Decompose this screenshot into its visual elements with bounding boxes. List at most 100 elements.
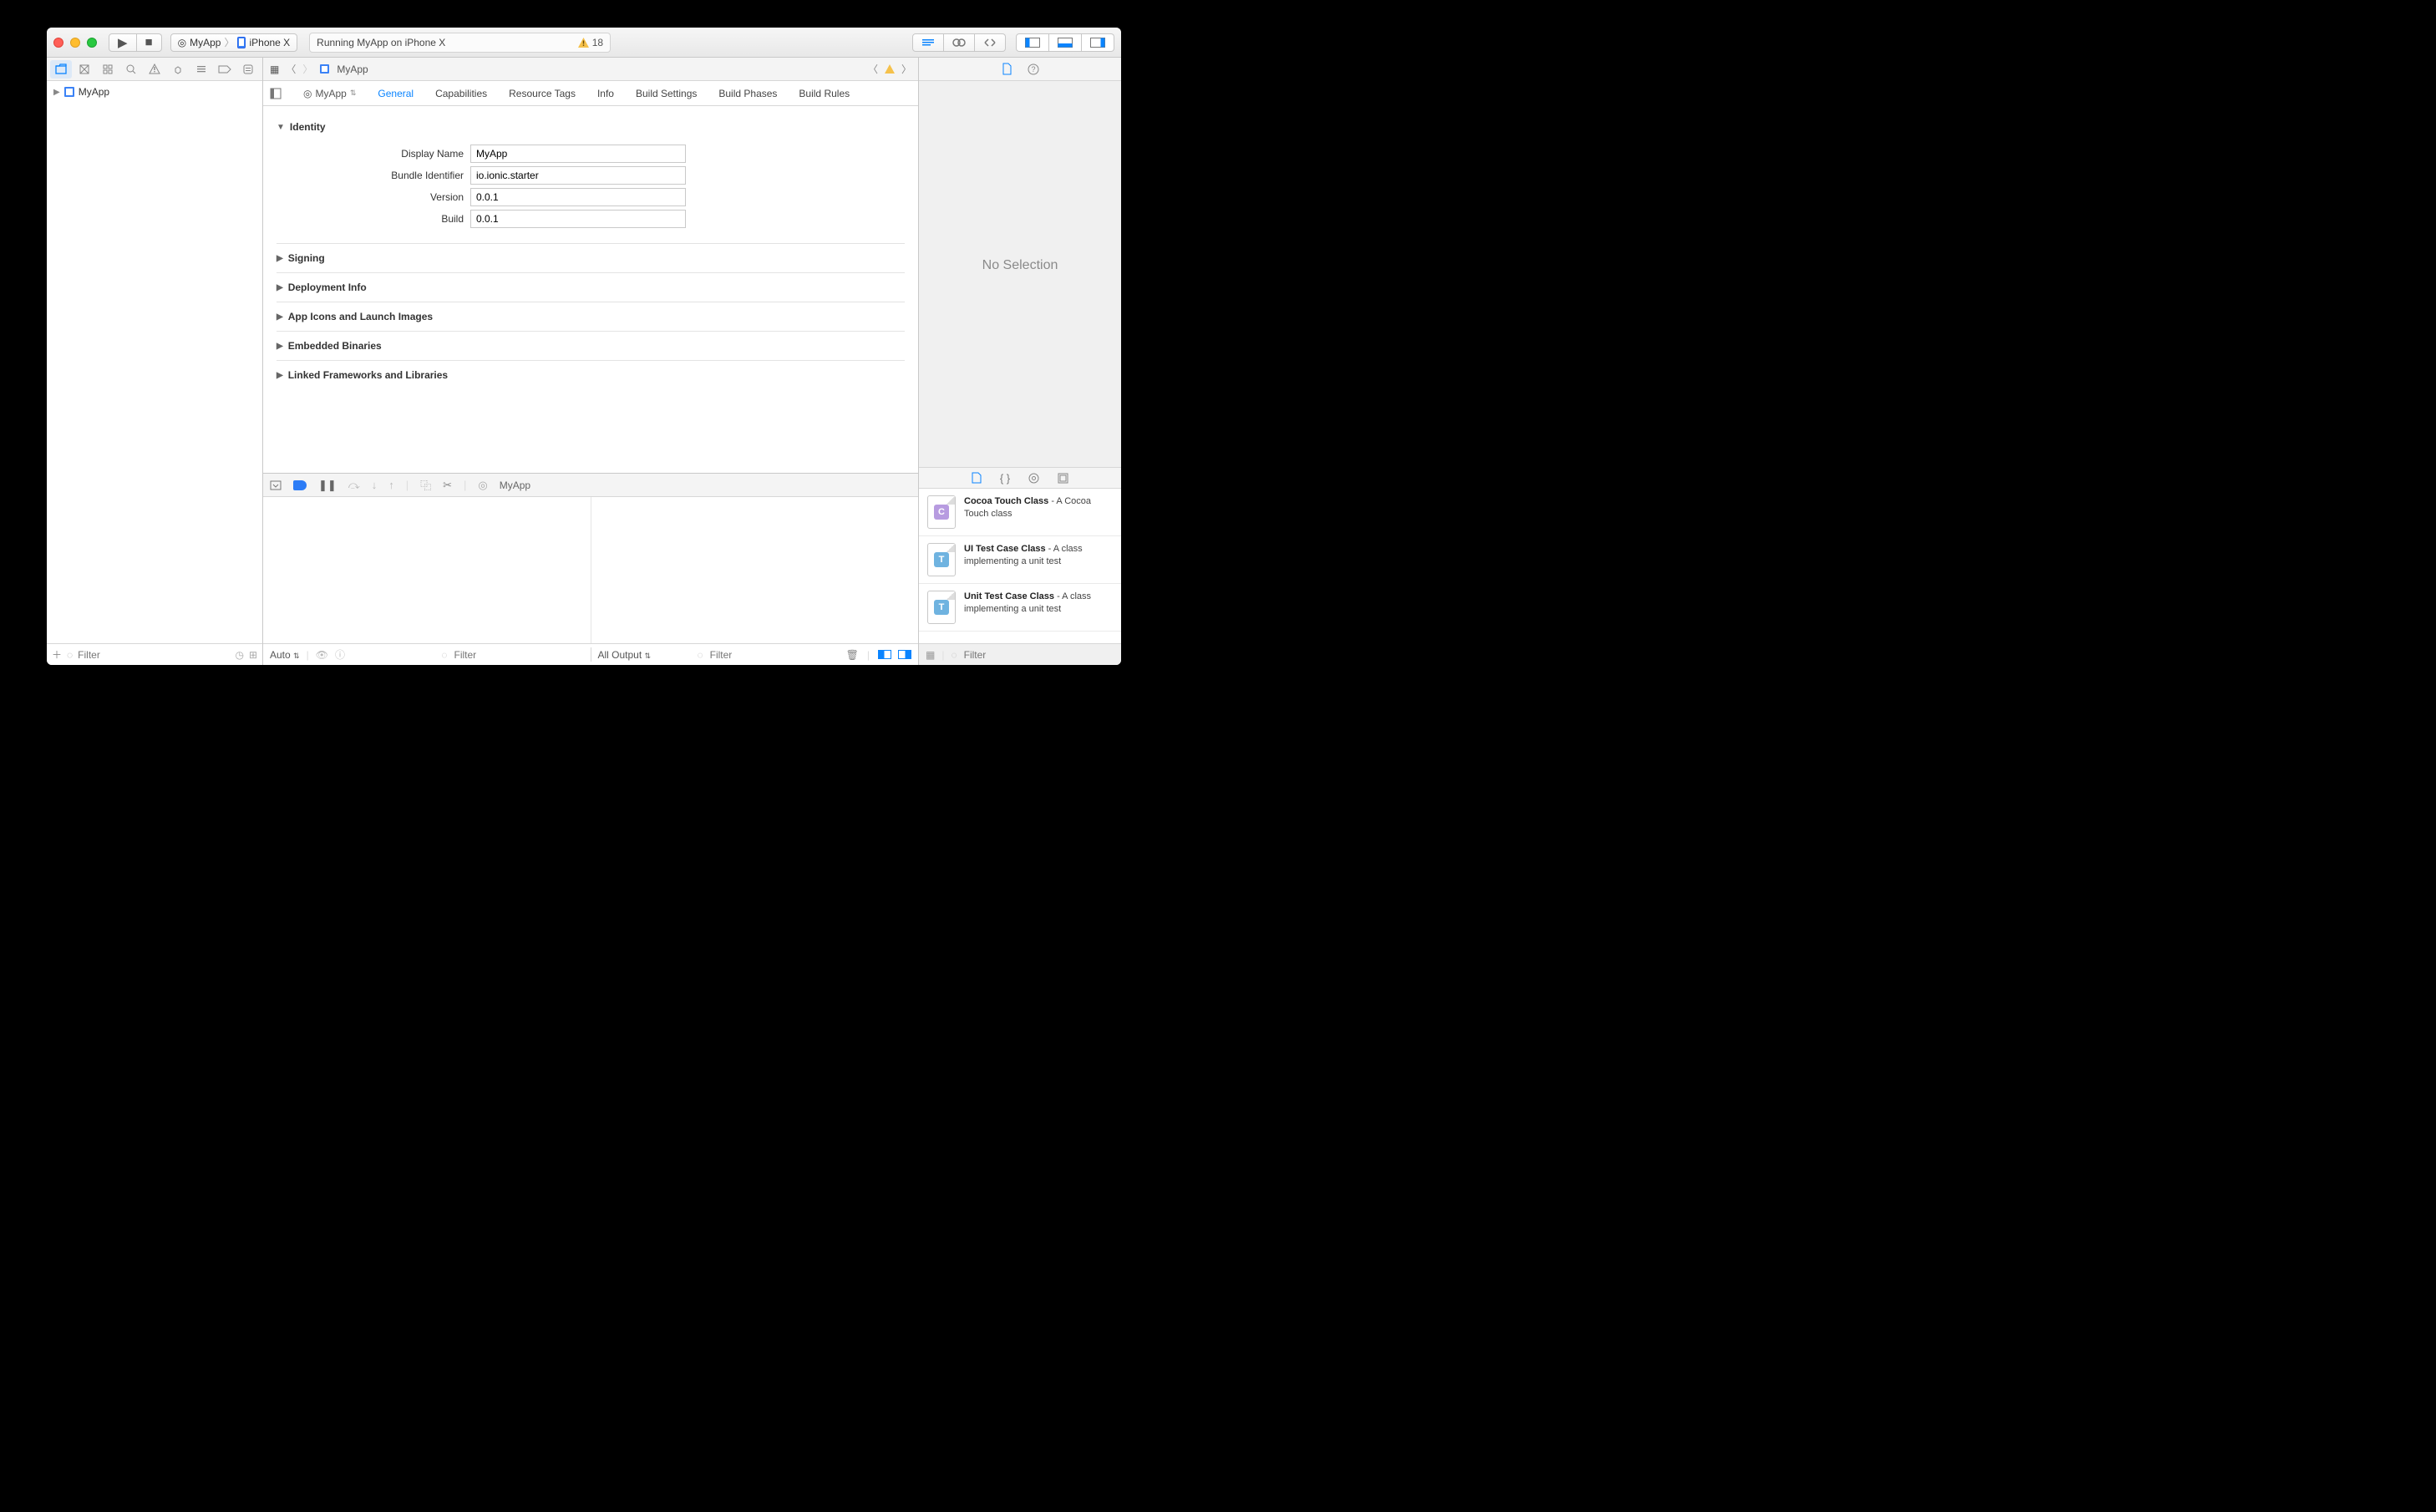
disclosure-icon[interactable]: ▶ bbox=[53, 88, 60, 97]
quick-help-tab[interactable]: ? bbox=[1028, 63, 1039, 75]
display-name-input[interactable] bbox=[470, 145, 686, 163]
breakpoints-toggle[interactable] bbox=[293, 480, 307, 490]
build-input[interactable] bbox=[470, 210, 686, 228]
recent-filter-icon[interactable]: ◷ bbox=[235, 649, 243, 661]
project-root-row[interactable]: ▶ MyApp bbox=[53, 86, 256, 98]
bundle-id-input[interactable] bbox=[470, 166, 686, 185]
library-filter-input[interactable] bbox=[964, 649, 1114, 661]
template-icon: T bbox=[927, 591, 956, 624]
forward-button[interactable]: 〉 bbox=[302, 62, 312, 76]
library-item-text: Unit Test Case Class - A class implement… bbox=[964, 591, 1113, 624]
project-tree[interactable]: ▶ MyApp bbox=[47, 81, 262, 643]
add-icon[interactable]: ＋ bbox=[52, 647, 62, 662]
tab-build-phases[interactable]: Build Phases bbox=[718, 88, 777, 99]
scm-filter-icon[interactable]: ⊞ bbox=[249, 649, 257, 661]
show-vars-toggle[interactable] bbox=[878, 650, 891, 659]
output-scope-selector[interactable]: All Output ⇅ bbox=[598, 649, 652, 661]
tab-general[interactable]: General bbox=[378, 88, 414, 99]
grid-view-icon[interactable]: ▦ bbox=[926, 649, 935, 661]
step-into-icon[interactable]: ↓ bbox=[372, 479, 378, 491]
console-view[interactable] bbox=[591, 497, 919, 643]
variables-view[interactable] bbox=[263, 497, 591, 643]
tab-capabilities[interactable]: Capabilities bbox=[435, 88, 487, 99]
activity-viewer[interactable]: Running MyApp on iPhone X 18 bbox=[309, 33, 611, 53]
toggle-targets-icon[interactable] bbox=[270, 88, 282, 99]
tab-info[interactable]: Info bbox=[597, 88, 614, 99]
pause-icon[interactable]: ❚❚ bbox=[318, 479, 337, 492]
assistant-editor-button[interactable] bbox=[944, 33, 975, 52]
trash-icon[interactable]: 🗑 bbox=[846, 649, 859, 661]
find-navigator-tab[interactable] bbox=[120, 60, 142, 79]
step-out-icon[interactable]: ↑ bbox=[388, 479, 394, 491]
file-template-tab[interactable] bbox=[972, 472, 982, 484]
test-navigator-tab[interactable] bbox=[167, 60, 189, 79]
icons-header[interactable]: ▶App Icons and Launch Images bbox=[277, 311, 905, 322]
auto-scope-selector[interactable]: Auto ⇅ bbox=[270, 649, 300, 661]
related-items-icon[interactable]: ▦ bbox=[270, 63, 279, 75]
linked-header[interactable]: ▶Linked Frameworks and Libraries bbox=[277, 369, 905, 381]
tab-build-settings[interactable]: Build Settings bbox=[636, 88, 697, 99]
debug-view-icon[interactable]: ⿻ bbox=[420, 477, 431, 493]
console-footer: All Output ⇅ ◌ 🗑 | bbox=[591, 649, 919, 661]
stop-button[interactable]: ■ bbox=[137, 33, 162, 52]
console-filter-input[interactable] bbox=[710, 649, 840, 661]
utilities-pane: ? No Selection { } CCocoa Touch Class - … bbox=[918, 58, 1121, 665]
activity-text: Running MyApp on iPhone X bbox=[317, 37, 445, 48]
object-library-tab[interactable] bbox=[1028, 473, 1039, 484]
standard-editor-button[interactable] bbox=[912, 33, 944, 52]
tab-build-rules[interactable]: Build Rules bbox=[799, 88, 850, 99]
debug-navigator-tab[interactable] bbox=[190, 60, 212, 79]
library-list[interactable]: CCocoa Touch Class - A Cocoa Touch class… bbox=[919, 489, 1121, 643]
close-window-button[interactable] bbox=[53, 38, 63, 48]
run-button[interactable]: ▶ bbox=[109, 33, 137, 52]
identity-title: Identity bbox=[290, 121, 326, 133]
debug-process-label[interactable]: MyApp bbox=[500, 479, 530, 491]
breakpoint-navigator-tab[interactable] bbox=[214, 60, 236, 79]
section-linked: ▶Linked Frameworks and Libraries bbox=[277, 361, 905, 389]
code-snippet-tab[interactable]: { } bbox=[1000, 472, 1010, 485]
library-item-text: UI Test Case Class - A class implementin… bbox=[964, 543, 1113, 576]
navigator-filter-input[interactable] bbox=[78, 649, 230, 661]
variables-filter-input[interactable] bbox=[454, 649, 584, 661]
deployment-header[interactable]: ▶Deployment Info bbox=[277, 282, 905, 293]
version-editor-button[interactable] bbox=[975, 33, 1006, 52]
zoom-window-button[interactable] bbox=[87, 38, 97, 48]
version-input[interactable] bbox=[470, 188, 686, 206]
disclosure-icon: ▶ bbox=[277, 254, 283, 263]
toggle-inspector-button[interactable] bbox=[1082, 33, 1114, 52]
step-over-icon[interactable]: ⤼ bbox=[348, 479, 360, 492]
next-issue-button[interactable]: 〉 bbox=[901, 62, 911, 76]
hide-debug-icon[interactable] bbox=[270, 480, 282, 490]
info-icon[interactable]: ⓘ bbox=[335, 647, 345, 662]
report-navigator-tab[interactable] bbox=[237, 60, 259, 79]
library-item[interactable]: TUnit Test Case Class - A class implemen… bbox=[919, 584, 1121, 632]
file-inspector-tab[interactable] bbox=[1002, 63, 1012, 75]
source-control-navigator-tab[interactable] bbox=[74, 60, 95, 79]
editor-area: ▦ 〈 〉 MyApp 〈 〉 ◎ MyApp ⇅ General Capabi… bbox=[263, 58, 918, 665]
scheme-selector[interactable]: ◎ MyApp 〉 iPhone X bbox=[170, 33, 298, 52]
tab-resource-tags[interactable]: Resource Tags bbox=[509, 88, 576, 99]
identity-header[interactable]: ▼ Identity bbox=[277, 121, 905, 133]
toggle-debug-button[interactable] bbox=[1049, 33, 1082, 52]
prev-issue-button[interactable]: 〈 bbox=[868, 62, 878, 76]
embedded-header[interactable]: ▶Embedded Binaries bbox=[277, 340, 905, 352]
section-identity: ▼ Identity Display Name Bundle Identifie… bbox=[277, 113, 905, 244]
minimize-window-button[interactable] bbox=[70, 38, 80, 48]
library-item[interactable]: TUI Test Case Class - A class implementi… bbox=[919, 536, 1121, 584]
show-console-toggle[interactable] bbox=[898, 650, 911, 659]
signing-header[interactable]: ▶Signing bbox=[277, 252, 905, 264]
warning-indicator[interactable]: 18 bbox=[578, 37, 603, 48]
eye-icon[interactable]: 👁 bbox=[316, 649, 328, 661]
toggle-navigator-button[interactable] bbox=[1016, 33, 1049, 52]
inspector-tabs: ? bbox=[919, 58, 1121, 81]
back-button[interactable]: 〈 bbox=[286, 62, 296, 76]
memory-graph-icon[interactable]: ✂ bbox=[443, 479, 452, 492]
symbol-navigator-tab[interactable] bbox=[97, 60, 119, 79]
library-item[interactable]: CCocoa Touch Class - A Cocoa Touch class bbox=[919, 489, 1121, 536]
media-library-tab[interactable] bbox=[1058, 473, 1068, 484]
issue-navigator-tab[interactable] bbox=[144, 60, 165, 79]
project-navigator-tab[interactable] bbox=[50, 60, 72, 79]
target-selector[interactable]: ◎ MyApp ⇅ bbox=[303, 88, 356, 99]
editor-tabs-bar: ◎ MyApp ⇅ General Capabilities Resource … bbox=[263, 81, 918, 106]
jumpbar-crumb[interactable]: MyApp bbox=[337, 63, 368, 75]
